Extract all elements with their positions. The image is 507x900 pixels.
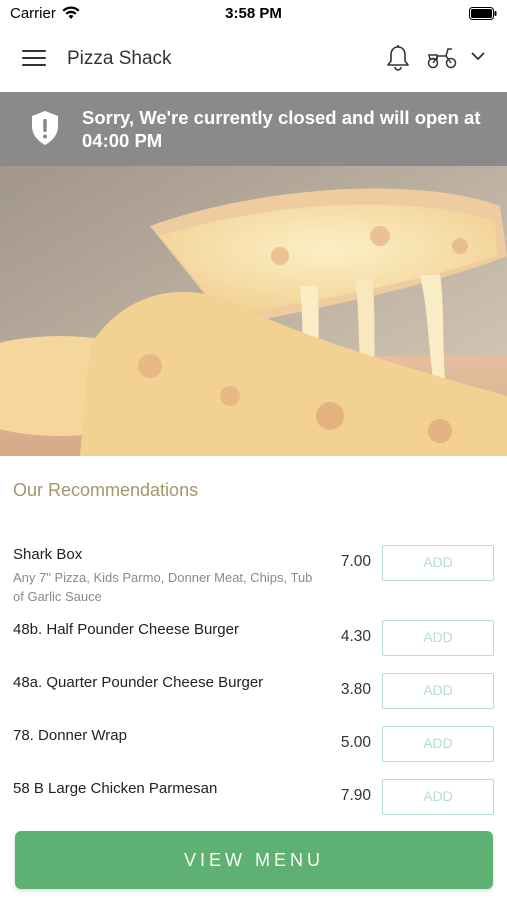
closed-banner: Sorry, We're currently closed and will o… [0,92,507,166]
chevron-down-icon[interactable] [470,50,486,62]
status-time: 3:58 PM [225,5,282,22]
closed-message: Sorry, We're currently closed and will o… [82,107,481,151]
restaurant-title: Pizza Shack [67,48,172,69]
recommendations-title: Our Recommendations [13,480,199,500]
item-description: Any 7" Pizza, Kids Parmo, Donner Meat, C… [13,570,313,604]
item-name: 48b. Half Pounder Cheese Burger [13,621,239,638]
item-price: 7.00 [340,553,371,570]
add-button[interactable]: ADD [382,726,494,762]
item-price: 3.80 [340,681,371,698]
item-price: 4.30 [340,628,371,645]
item-name: 58 B Large Chicken Parmesan [13,780,218,797]
add-button[interactable]: ADD [382,545,494,581]
add-button[interactable]: ADD [382,779,494,815]
item-name: Shark Box [13,546,83,563]
add-button[interactable]: ADD [382,620,494,656]
menu-icon[interactable] [22,50,46,70]
add-button[interactable]: ADD [382,673,494,709]
scooter-icon[interactable] [426,46,458,70]
hero-image [0,166,507,456]
item-name: 48a. Quarter Pounder Cheese Burger [13,674,264,691]
bell-icon[interactable] [385,44,411,72]
battery-icon [469,7,497,20]
item-name: 78. Donner Wrap [13,727,127,744]
app-header: Pizza Shack [0,28,507,92]
view-menu-button[interactable]: VIEW MENU [15,831,493,889]
shield-alert-icon [32,111,58,145]
item-price: 7.90 [340,787,371,804]
item-price: 5.00 [340,734,371,751]
status-bar: Carrier 3:58 PM [0,0,507,28]
